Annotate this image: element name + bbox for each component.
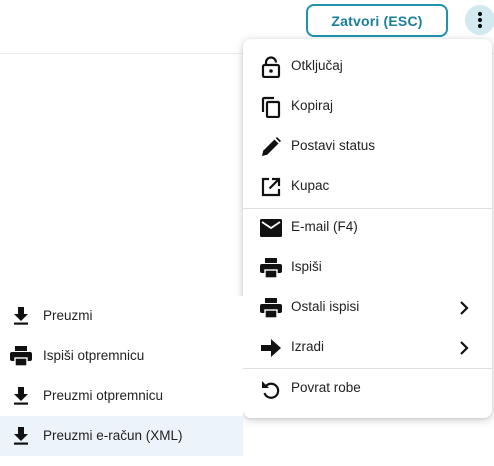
menu-item-label: Izradi [291, 339, 325, 354]
open-in-new-icon [259, 175, 283, 199]
submenu-item-label: Preuzmi [43, 308, 93, 323]
printer-icon [259, 296, 283, 320]
menu-item-label: Otključaj [291, 58, 343, 73]
menu-item-other-prints[interactable]: Ostali ispisi [243, 288, 492, 328]
menu-item-unlock[interactable]: Otključaj [243, 47, 492, 87]
undo-icon [259, 377, 283, 401]
download-submenu: Preuzmi Ispiši otpremnicu Preuzmi otprem… [0, 296, 243, 457]
mail-icon [259, 216, 283, 240]
download-icon [10, 305, 32, 327]
submenu-item-label: Preuzmi e-račun (XML) [43, 428, 183, 443]
submenu-item-label: Ispiši otpremnicu [43, 348, 145, 363]
close-button[interactable]: Zatvori (ESC) [306, 4, 448, 37]
menu-item-label: Kopiraj [291, 98, 334, 113]
menu-item-set-status[interactable]: Postavi status [243, 127, 492, 167]
menu-item-label: Ispiši [291, 259, 322, 274]
menu-item-create[interactable]: Izradi [243, 328, 492, 368]
submenu-item-download[interactable]: Preuzmi [0, 296, 243, 336]
more-options-button[interactable] [465, 5, 494, 35]
arrow-right-icon [259, 336, 283, 360]
menu-item-label: Povrat robe [291, 380, 361, 395]
printer-icon [259, 256, 283, 280]
chevron-right-icon [456, 340, 472, 356]
copy-icon [259, 95, 283, 119]
menu-item-customer[interactable]: Kupac [243, 167, 492, 207]
menu-item-email[interactable]: E-mail (F4) [243, 208, 492, 248]
download-icon [10, 425, 32, 447]
app-window: Zatvori (ESC) Otključaj Kopiraj Postavi … [0, 0, 494, 466]
printer-icon [10, 345, 32, 367]
more-vertical-icon [477, 11, 483, 29]
lock-open-icon [259, 55, 283, 79]
chevron-right-icon [456, 300, 472, 316]
actions-menu: Otključaj Kopiraj Postavi status Kupac E… [243, 39, 492, 418]
submenu-item-download-delivery-note[interactable]: Preuzmi otpremnicu [0, 376, 243, 416]
menu-item-return-goods[interactable]: Povrat robe [243, 369, 492, 409]
menu-item-label: Postavi status [291, 138, 376, 153]
submenu-item-download-einvoice-xml[interactable]: Preuzmi e-račun (XML) [0, 416, 243, 456]
submenu-item-label: Preuzmi otpremnicu [43, 388, 164, 403]
menu-item-copy[interactable]: Kopiraj [243, 87, 492, 127]
pencil-icon [259, 135, 283, 159]
menu-item-label: Ostali ispisi [291, 299, 360, 314]
menu-item-label: Kupac [291, 178, 330, 193]
menu-item-label: E-mail (F4) [291, 219, 358, 234]
submenu-item-print-delivery-note[interactable]: Ispiši otpremnicu [0, 336, 243, 376]
download-icon [10, 385, 32, 407]
menu-item-print[interactable]: Ispiši [243, 248, 492, 288]
